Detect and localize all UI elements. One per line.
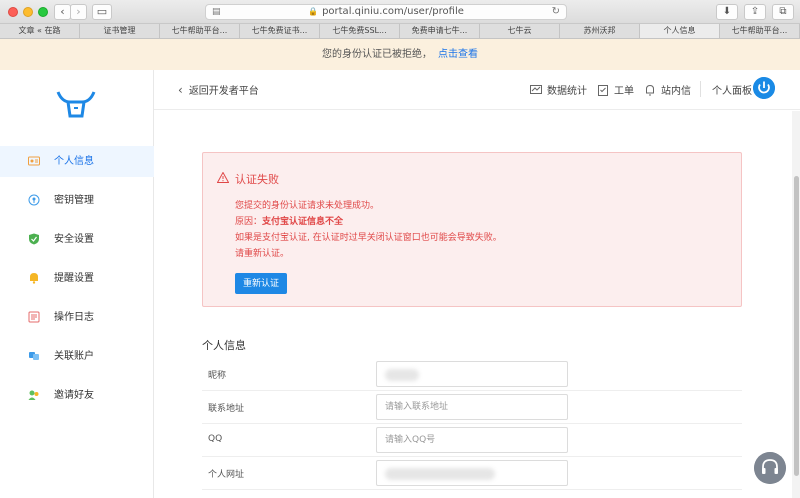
browser-tab[interactable]: 七牛帮助平台... <box>720 24 800 38</box>
alert-hint: 如果是支付宝认证, 在认证时过早关闭认证窗口也可能会导致失败。 <box>235 233 502 243</box>
top-header: ‹ 返回开发者平台 数据统计 工单 站内信 个人面板 <box>154 70 800 110</box>
chart-icon <box>530 85 542 94</box>
alert-reason: 原因：支付宝认证信息不全 <box>235 214 343 227</box>
shield-icon <box>29 233 39 245</box>
qq-field[interactable]: 请输入QQ号 <box>376 427 568 453</box>
browser-tab-active[interactable]: 个人信息 <box>640 24 720 38</box>
browser-forward-button[interactable]: › <box>70 4 87 20</box>
browser-tab[interactable]: 七牛云 <box>480 24 560 38</box>
reason-prefix: 原因： <box>235 217 263 227</box>
sidebar-item-security[interactable]: 安全设置 <box>0 224 154 255</box>
qiniu-logo[interactable] <box>56 88 96 120</box>
back-to-developer-link[interactable]: ‹ 返回开发者平台 <box>178 82 259 97</box>
bell-icon <box>30 273 38 284</box>
sidebar-item-label: 邀请好友 <box>54 390 94 401</box>
lock-icon: 🔒 <box>308 7 319 16</box>
sidebar-item-label: 密钥管理 <box>54 195 94 206</box>
header-divider <box>700 81 701 97</box>
sidebar-item-label: 安全设置 <box>54 234 94 245</box>
sidebar-toggle-icon[interactable]: ▭ <box>92 4 112 20</box>
download-icon[interactable]: ⬇ <box>716 4 738 20</box>
ticket-link[interactable]: 工单 <box>597 82 634 97</box>
tab-bar: 文章 « 在路 证书管理 七牛帮助平台... 七牛免费证书... 七牛免费SSL… <box>0 24 800 39</box>
website-label: 个人网址 <box>208 470 245 480</box>
redacted-value <box>385 369 419 381</box>
tabs-overview-icon[interactable]: ⧉ <box>772 4 794 20</box>
notice-text: 您的身份认证已被拒绝， <box>322 49 432 60</box>
invite-icon <box>28 390 39 400</box>
alert-title: 认证失败 <box>235 173 279 186</box>
left-sidebar: 个人信息 密钥管理 安全设置 提醒设置 操作日志 关联账户 邀请好友 <box>0 70 154 498</box>
minimize-window-button[interactable] <box>23 7 33 17</box>
identity-notice-banner: 您的身份认证已被拒绝， 点击查看 <box>0 39 800 70</box>
scrollbar-thumb[interactable] <box>794 176 799 476</box>
browser-tab[interactable]: 免费申请七牛... <box>400 24 480 38</box>
main-content: 认证失败 您提交的身份认证请求未处理成功。 原因：支付宝认证信息不全 如果是支付… <box>154 111 792 498</box>
notice-view-link[interactable]: 点击查看 <box>438 49 478 60</box>
form-row-nickname: 昵称 <box>202 358 742 391</box>
form-row-address: 联系地址 请输入联系地址 <box>202 391 742 424</box>
alert-message: 您提交的身份认证请求未处理成功。 <box>235 201 380 211</box>
reload-icon[interactable]: ↻ <box>552 5 560 19</box>
log-icon <box>28 311 40 323</box>
chevron-left-icon: ‹ <box>178 83 183 97</box>
nickname-field[interactable] <box>376 361 568 387</box>
browser-back-button[interactable]: ‹ <box>54 4 71 20</box>
sidebar-item-label: 操作日志 <box>54 312 94 323</box>
zoom-window-button[interactable] <box>38 7 48 17</box>
browser-tab[interactable]: 文章 « 在路 <box>0 24 80 38</box>
browser-tab[interactable]: 七牛免费SSL... <box>320 24 400 38</box>
address-label: 联系地址 <box>208 404 245 414</box>
stats-label: 数据统计 <box>547 86 587 97</box>
browser-tab[interactable]: 七牛免费证书... <box>240 24 320 38</box>
power-avatar-icon[interactable] <box>753 77 775 99</box>
reverify-button[interactable]: 重新认证 <box>235 273 287 294</box>
key-icon <box>28 194 40 206</box>
reason-text: 支付宝认证信息不全 <box>262 217 344 227</box>
stats-link[interactable]: 数据统计 <box>530 82 587 97</box>
ticket-label: 工单 <box>614 86 634 97</box>
personal-panel-link[interactable]: 个人面板 <box>712 82 752 97</box>
back-link-label: 返回开发者平台 <box>188 86 259 97</box>
id-card-icon <box>28 156 40 166</box>
alert-retry-prompt: 请重新认证。 <box>235 249 290 259</box>
sidebar-item-profile[interactable]: 个人信息 <box>0 146 154 177</box>
warning-icon <box>217 172 229 183</box>
browser-tab[interactable]: 苏州沃邦 <box>560 24 640 38</box>
sidebar-item-keys[interactable]: 密钥管理 <box>0 185 154 216</box>
browser-tab[interactable]: 七牛帮助平台... <box>160 24 240 38</box>
sidebar-item-reminders[interactable]: 提醒设置 <box>0 263 154 294</box>
sidebar-item-label: 关联账户 <box>54 351 94 362</box>
url-text: portal.qiniu.com/user/profile <box>322 6 464 17</box>
link-account-icon <box>29 352 39 360</box>
nickname-label: 昵称 <box>208 371 227 381</box>
inbox-label: 站内信 <box>661 86 691 97</box>
sidebar-item-linked-accounts[interactable]: 关联账户 <box>0 341 154 372</box>
address-field[interactable]: 请输入联系地址 <box>376 394 568 420</box>
profile-section-title: 个人信息 <box>202 339 246 352</box>
form-row-website: 个人网址 <box>202 457 742 490</box>
close-window-button[interactable] <box>8 7 18 17</box>
redacted-value <box>385 468 495 480</box>
sidebar-item-invite[interactable]: 邀请好友 <box>0 380 154 411</box>
sidebar-item-label: 提醒设置 <box>54 273 94 284</box>
form-row-qq: QQ 请输入QQ号 <box>202 424 742 457</box>
customer-support-icon[interactable] <box>754 452 786 484</box>
sidebar-item-label: 个人信息 <box>54 156 94 167</box>
browser-tab[interactable]: 证书管理 <box>80 24 160 38</box>
qq-label: QQ <box>208 434 223 444</box>
browser-titlebar: ‹ › ▭ ▤ 🔒 portal.qiniu.com/user/profile ↻… <box>0 0 800 24</box>
address-bar[interactable]: ▤ 🔒 portal.qiniu.com/user/profile ↻ <box>205 4 567 20</box>
clipboard-icon <box>598 85 608 96</box>
verification-failed-alert: 认证失败 您提交的身份认证请求未处理成功。 原因：支付宝认证信息不全 如果是支付… <box>202 152 742 307</box>
share-icon[interactable]: ⇪ <box>744 4 766 20</box>
website-field[interactable] <box>376 460 568 486</box>
sidebar-item-logs[interactable]: 操作日志 <box>0 302 154 333</box>
reader-icon[interactable]: ▤ <box>212 5 221 19</box>
bell-outline-icon <box>646 84 654 96</box>
inbox-link[interactable]: 站内信 <box>644 82 691 97</box>
